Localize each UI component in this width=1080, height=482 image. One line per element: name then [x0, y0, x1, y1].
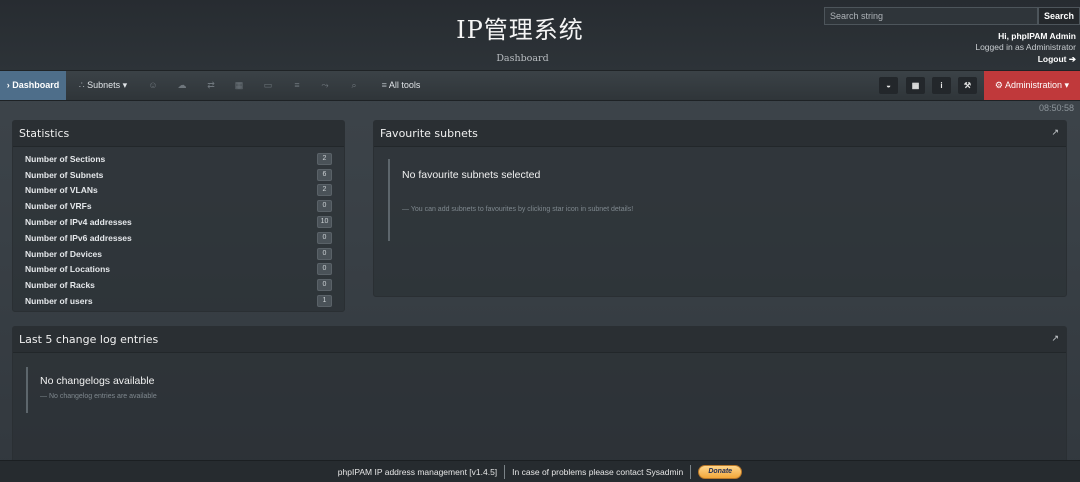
- search-form: Search: [824, 7, 1080, 25]
- header: IP管理系统 Dashboard Search Hi, phpIPAM Admi…: [0, 0, 1080, 71]
- changelog-empty-hint: — No changelog entries are available: [40, 393, 157, 400]
- nav-dashboard-label: › Dashboard: [6, 80, 60, 90]
- main-navbar: › Dashboard ∴ Subnets ▾ ☺ ☁ ⇄ ▦ ▭ ≡ ⤳ ⌕ …: [0, 71, 1080, 101]
- favourite-subnets-panel: Favourite subnets ↗ No favourite subnets…: [373, 120, 1067, 297]
- stat-label: Number of IPv6 addresses: [25, 232, 132, 243]
- statistics-title-text: Statistics: [19, 127, 70, 140]
- favourites-empty-title: No favourite subnets selected: [402, 169, 541, 181]
- stat-badge: 2: [317, 184, 332, 197]
- user-greeting: Hi, phpIPAM Admin: [998, 31, 1076, 41]
- list-item: Number of Racks 0: [25, 277, 332, 293]
- administration-label: Administration ▾: [1005, 80, 1070, 90]
- favourite-subnets-title: Favourite subnets ↗: [374, 121, 1066, 147]
- stat-label: Number of IPv4 addresses: [25, 217, 132, 228]
- changelog-empty-message: No changelogs available — No changelog e…: [26, 367, 157, 413]
- users-icon[interactable]: ☺: [144, 71, 162, 100]
- statistics-list: Number of Sections 2 Number of Subnets 6…: [13, 147, 344, 309]
- stat-badge: 0: [317, 279, 332, 292]
- logout-icon: ➔: [1068, 54, 1076, 64]
- stat-badge: 1: [317, 295, 332, 308]
- external-link-icon[interactable]: ↗: [1051, 121, 1059, 146]
- footer-divider: [690, 464, 692, 479]
- search-icon[interactable]: ⌕: [345, 71, 363, 100]
- external-link-icon[interactable]: ↗: [1051, 327, 1059, 352]
- stat-badge: 6: [317, 168, 332, 181]
- list-item: Number of Sections 2: [25, 151, 332, 167]
- search-input[interactable]: [824, 7, 1038, 25]
- footer-divider: [504, 464, 506, 479]
- stat-label: Number of Subnets: [25, 169, 104, 180]
- grid-icon[interactable]: ▦: [906, 77, 925, 94]
- changelog-empty-title: No changelogs available: [40, 375, 155, 387]
- gear-icon: ⚙: [994, 80, 1003, 90]
- stat-label: Number of Sections: [25, 153, 106, 164]
- logged-in-as: Logged in as Administrator: [975, 42, 1076, 52]
- logout-link[interactable]: Logout ➔: [975, 54, 1076, 65]
- logout-label: Logout: [1037, 54, 1067, 64]
- nav-all-tools-label: All tools: [388, 80, 421, 90]
- footer-app-info[interactable]: phpIPAM IP address management [v1.4.5]: [338, 467, 497, 477]
- random-icon[interactable]: ⤳: [316, 71, 334, 100]
- page-subtitle: Dashboard: [496, 53, 549, 64]
- stat-badge: 2: [317, 152, 332, 165]
- stat-label: Number of Locations: [25, 264, 111, 275]
- exchange-icon[interactable]: ⇄: [202, 71, 220, 100]
- favourites-empty-hint: — You can add subnets to favourites by c…: [402, 206, 634, 213]
- changelog-title: Last 5 change log entries ↗: [13, 327, 1066, 353]
- dashboard-icon[interactable]: ◒: [879, 77, 898, 94]
- list-item: Number of IPv6 addresses 0: [25, 230, 332, 246]
- nav-subnets-label: Subnets ▾: [87, 80, 128, 90]
- statistics-title: Statistics: [13, 121, 344, 147]
- list-icon: ≡: [381, 80, 387, 90]
- monitor-icon[interactable]: ▭: [259, 71, 277, 100]
- nav-subnets[interactable]: ∴ Subnets ▾: [68, 71, 138, 100]
- list-item: Number of Devices 0: [25, 246, 332, 262]
- stat-badge: 0: [317, 247, 332, 260]
- stat-label: Number of users: [25, 296, 93, 307]
- nav-all-tools[interactable]: ≡ All tools: [372, 71, 430, 100]
- list-item: Number of IPv4 addresses 10: [25, 214, 332, 230]
- list-item: Number of VLANs 2: [25, 183, 332, 199]
- nav-dashboard[interactable]: › Dashboard: [0, 71, 66, 100]
- list-item: Number of Locations 0: [25, 262, 332, 278]
- changelog-title-text: Last 5 change log entries: [19, 333, 159, 346]
- stat-badge: 10: [317, 216, 332, 229]
- sitemap-icon: ∴: [78, 80, 85, 90]
- administration-menu[interactable]: ⚙ Administration ▾: [984, 71, 1080, 100]
- list-item: Number of Subnets 6: [25, 167, 332, 183]
- favourite-subnets-title-text: Favourite subnets: [380, 127, 478, 140]
- list-item: Number of VRFs 0: [25, 198, 332, 214]
- cloud-icon[interactable]: ☁: [173, 71, 191, 100]
- changelog-panel: Last 5 change log entries ↗ No changelog…: [12, 326, 1067, 464]
- info-icon[interactable]: i: [932, 77, 951, 94]
- stat-badge: 0: [317, 200, 332, 213]
- clock: 08:50:58: [1038, 103, 1074, 113]
- list-item: Number of users 1: [25, 293, 332, 309]
- list-icon[interactable]: ≡: [288, 71, 306, 100]
- search-button[interactable]: Search: [1038, 7, 1080, 25]
- stat-label: Number of VLANs: [25, 185, 98, 196]
- footer-contact[interactable]: In case of problems please contact Sysad…: [512, 467, 683, 477]
- stat-label: Number of Racks: [25, 280, 95, 291]
- footer: phpIPAM IP address management [v1.4.5] I…: [0, 460, 1080, 482]
- donate-button[interactable]: Donate: [698, 464, 743, 479]
- statistics-panel: Statistics Number of Sections 2 Number o…: [12, 120, 345, 312]
- stat-label: Number of VRFs: [25, 201, 92, 212]
- stat-badge: 0: [317, 231, 332, 244]
- wrench-icon[interactable]: ⚒: [958, 77, 977, 94]
- user-box: Hi, phpIPAM Admin Logged in as Administr…: [975, 31, 1076, 65]
- stat-badge: 0: [317, 263, 332, 276]
- map-icon[interactable]: ▦: [230, 71, 248, 100]
- favourites-empty-message: No favourite subnets selected — You can …: [388, 159, 633, 241]
- stat-label: Number of Devices: [25, 248, 102, 259]
